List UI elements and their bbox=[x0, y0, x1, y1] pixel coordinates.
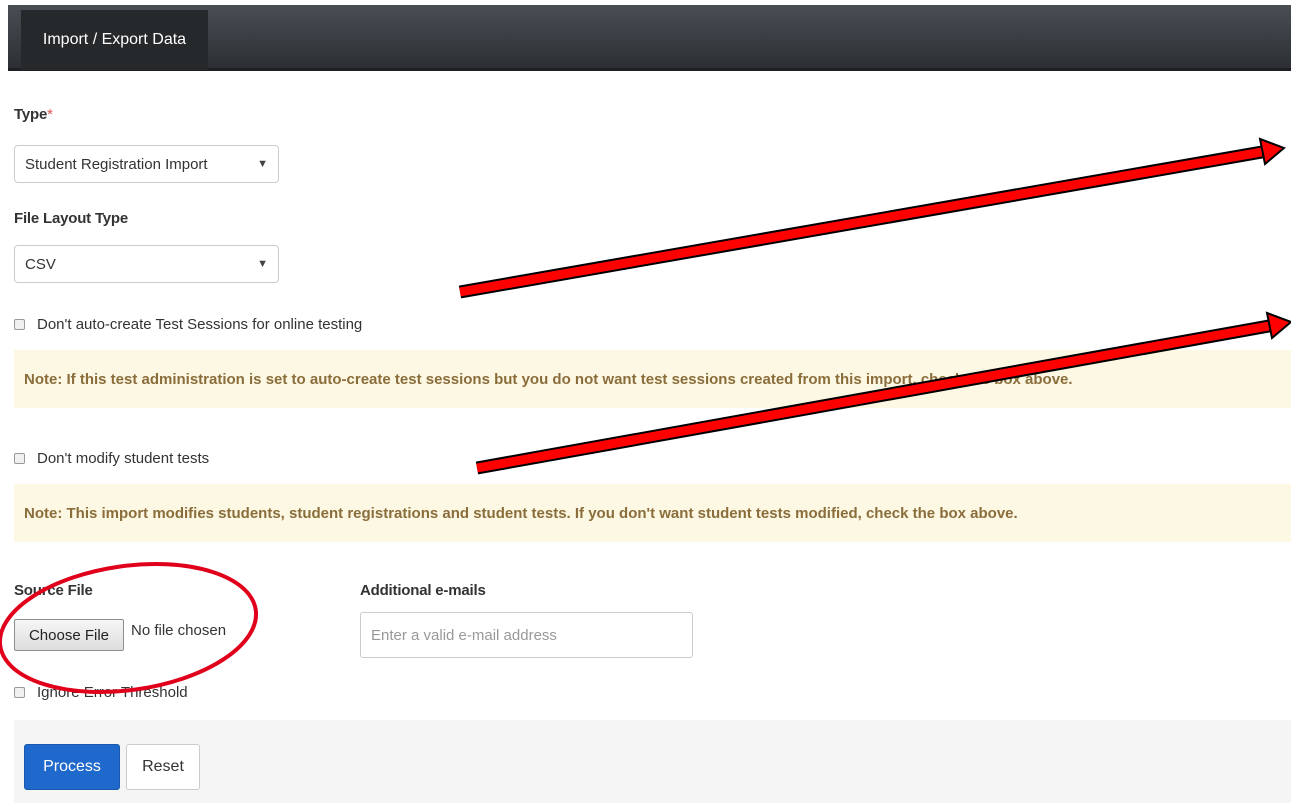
choose-file-button[interactable]: Choose File bbox=[14, 619, 124, 651]
note-modify: Note: This import modifies students, stu… bbox=[14, 484, 1291, 542]
ignore-threshold-label: Ignore Error Threshold bbox=[37, 684, 188, 701]
file-layout-label: File Layout Type bbox=[14, 210, 129, 227]
dont-autocreate-checkbox[interactable] bbox=[14, 319, 25, 330]
tab-import-export[interactable]: Import / Export Data bbox=[21, 10, 208, 70]
dont-autocreate-row: Don't auto-create Test Sessions for onli… bbox=[14, 316, 362, 333]
type-select[interactable]: Student Registration Import ▼ bbox=[14, 145, 279, 183]
dont-autocreate-label: Don't auto-create Test Sessions for onli… bbox=[37, 316, 363, 333]
email-input[interactable] bbox=[360, 612, 693, 658]
note-autocreate: Note: If this test administration is set… bbox=[14, 350, 1291, 408]
form-footer bbox=[14, 720, 1291, 803]
dropdown-caret-icon: ▼ bbox=[257, 158, 268, 170]
arrow-annotation-upper bbox=[458, 137, 1286, 299]
type-label: Type* bbox=[14, 106, 53, 123]
dont-modify-label: Don't modify student tests bbox=[37, 450, 210, 467]
dont-modify-row: Don't modify student tests bbox=[14, 450, 209, 467]
ignore-threshold-checkbox[interactable] bbox=[14, 687, 25, 698]
file-layout-select[interactable]: CSV ▼ bbox=[14, 245, 279, 283]
additional-emails-label: Additional e-mails bbox=[360, 582, 486, 599]
required-marker: * bbox=[47, 106, 53, 123]
file-layout-value: CSV bbox=[25, 255, 56, 273]
source-file-label: Source File bbox=[14, 582, 93, 599]
reset-button[interactable]: Reset bbox=[126, 744, 200, 790]
tab-title: Import / Export Data bbox=[42, 31, 187, 48]
ignore-threshold-row: Ignore Error Threshold bbox=[14, 684, 188, 701]
process-button[interactable]: Process bbox=[24, 744, 120, 790]
type-select-value: Student Registration Import bbox=[25, 155, 208, 173]
no-file-chosen-text: No file chosen bbox=[131, 622, 227, 639]
dont-modify-checkbox[interactable] bbox=[14, 453, 25, 464]
dropdown-caret-icon: ▼ bbox=[257, 258, 268, 270]
top-bar: Import / Export Data bbox=[8, 5, 1291, 71]
